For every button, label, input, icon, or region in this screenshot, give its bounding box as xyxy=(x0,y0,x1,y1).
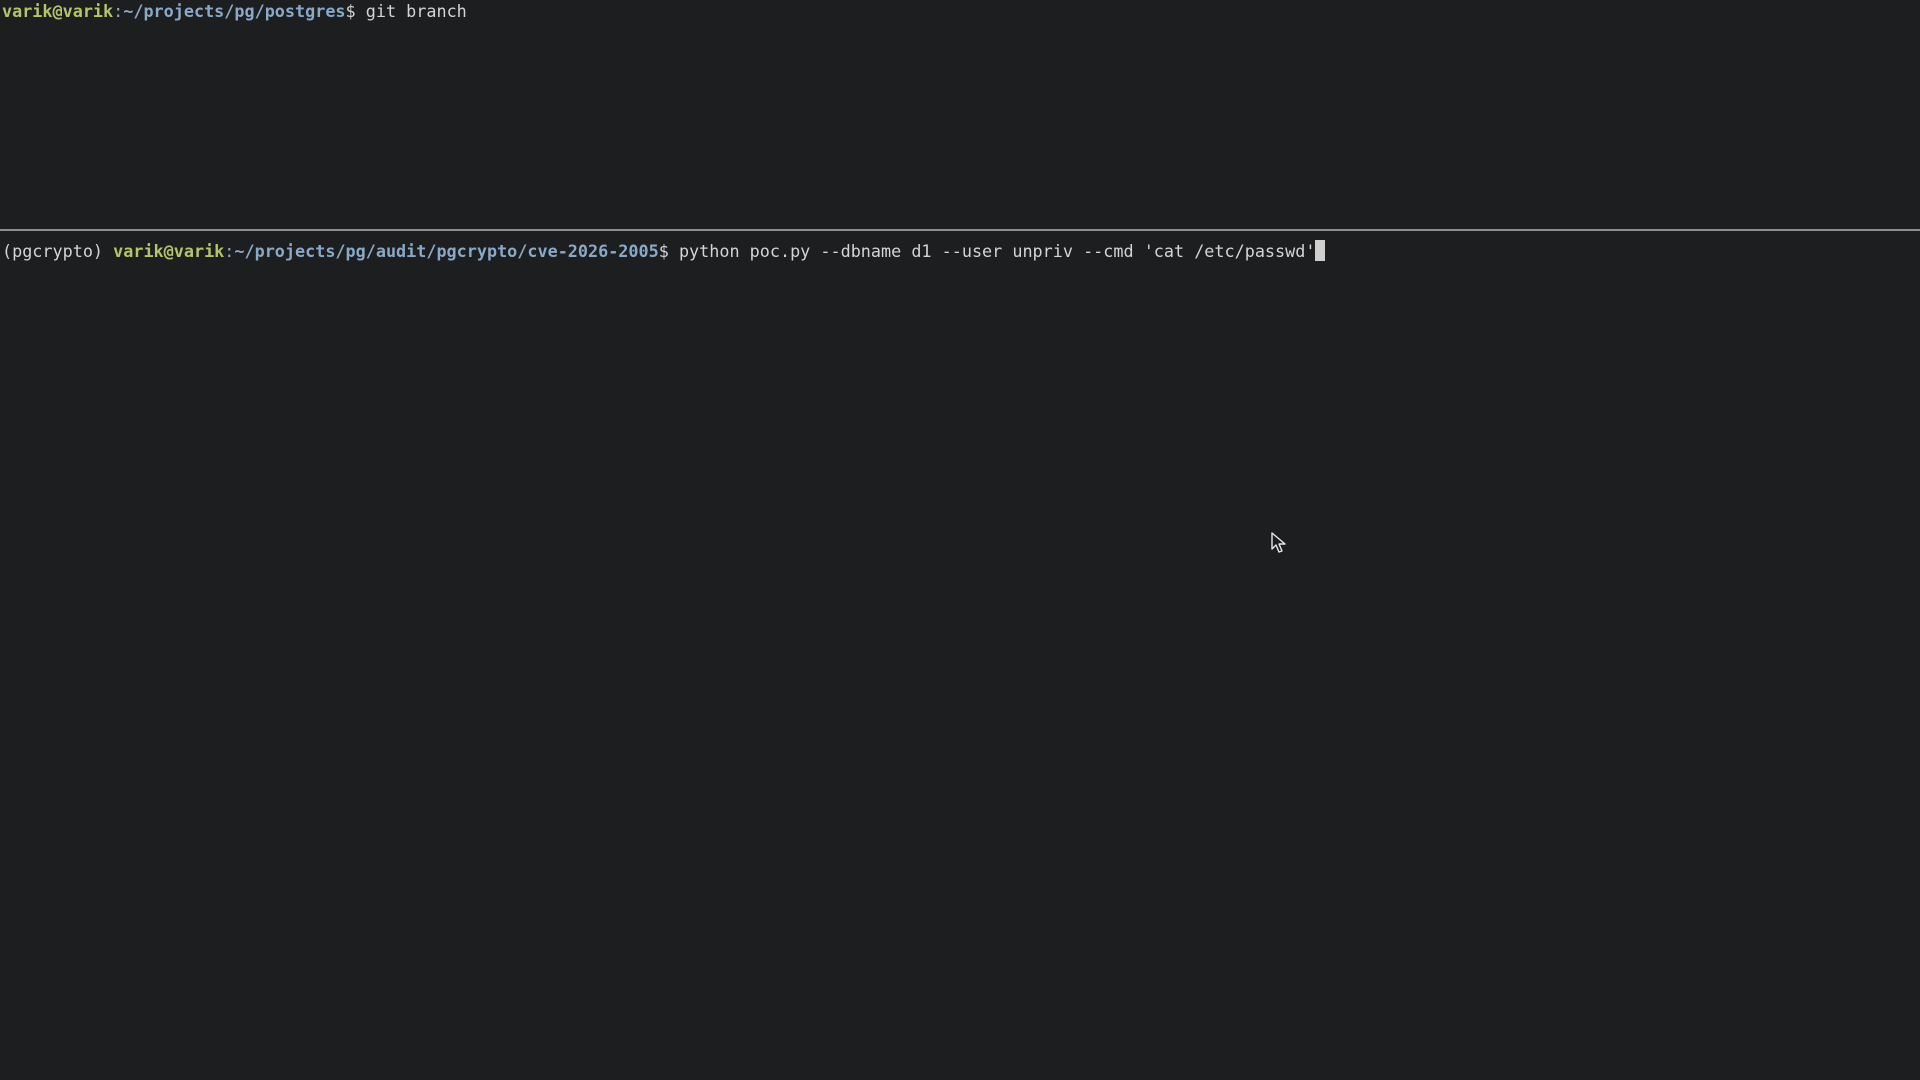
command-input[interactable]: python poc.py --dbname d1 --user unpriv … xyxy=(669,241,1316,261)
user-host: varik@varik xyxy=(113,241,225,261)
terminal-pane-top[interactable]: varik@varik:~/projects/pg/postgres$ git … xyxy=(0,0,1920,229)
terminal-pane-bottom[interactable]: (pgcrypto) varik@varik:~/projects/pg/aud… xyxy=(0,231,1920,1080)
working-directory: ~/projects/pg/audit/pgcrypto/cve-2026-20… xyxy=(234,241,659,261)
prompt-colon: : xyxy=(224,241,235,261)
virtualenv-label: (pgcrypto) xyxy=(2,241,114,261)
prompt-colon: : xyxy=(113,1,124,21)
prompt-line: varik@varik:~/projects/pg/postgres$ git … xyxy=(2,0,1920,22)
arrow-pointer-icon xyxy=(1271,532,1286,553)
command-text: git branch xyxy=(355,1,467,21)
prompt-symbol: $ xyxy=(658,241,669,261)
user-host: varik@varik xyxy=(2,1,114,21)
prompt-symbol: $ xyxy=(345,1,356,21)
text-cursor xyxy=(1315,240,1326,261)
prompt-line: (pgcrypto) varik@varik:~/projects/pg/aud… xyxy=(2,240,1920,262)
working-directory: ~/projects/pg/postgres xyxy=(123,1,346,21)
